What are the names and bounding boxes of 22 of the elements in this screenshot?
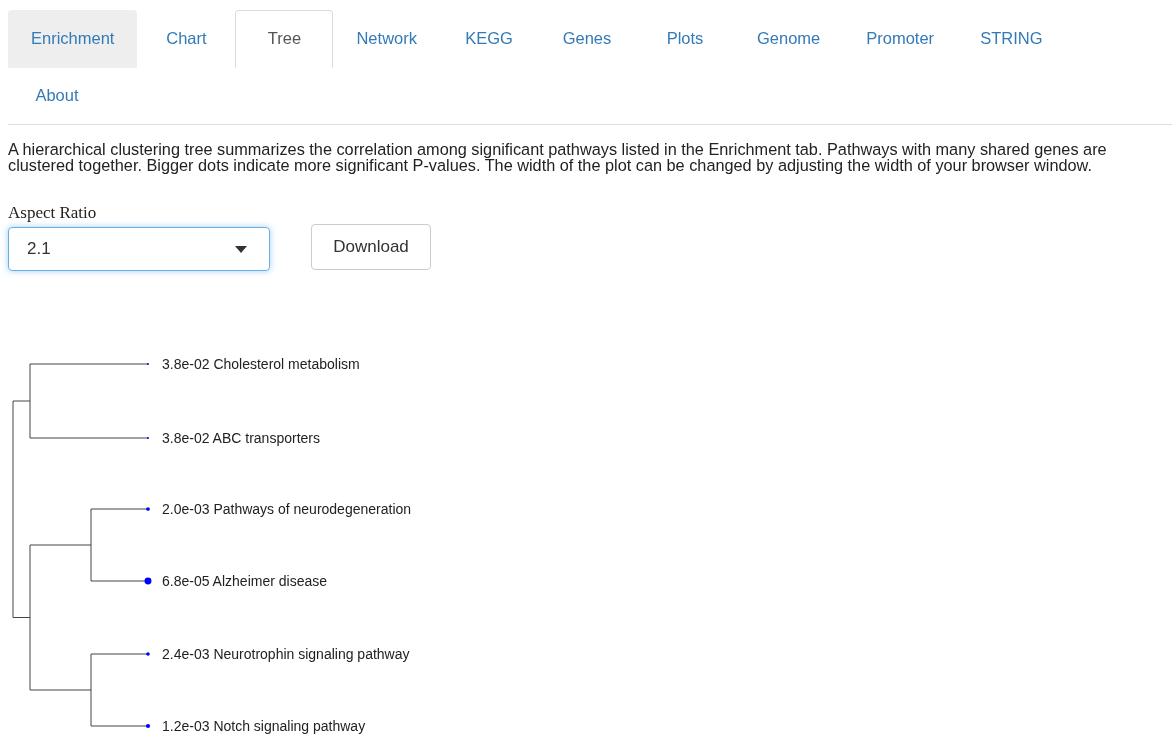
- description-text: A hierarchical clustering tree summarizes the correlation among significant pathways listed in the Enrichment tab. Pathways with many shared genes are clustered together. Bigger dots indicate more significant P-values. The width of the plot can be changed by adjusting the width of your browser window.: [8, 141, 1108, 173]
- caret-icon: [235, 245, 247, 253]
- nav-tab[interactable]: Network: [333, 10, 440, 68]
- leaf-label: 3.8e-02 ABC transporters: [162, 430, 320, 446]
- nav-tab[interactable]: Enrichment: [8, 10, 138, 68]
- nav-tab[interactable]: Tree: [235, 10, 334, 68]
- nav-tab[interactable]: Genome: [733, 10, 844, 68]
- nav-tab[interactable]: About: [8, 67, 106, 125]
- leaf-label: 1.2e-03 Notch signaling pathway: [162, 718, 366, 734]
- download-button[interactable]: Download: [311, 224, 431, 270]
- nav-tab[interactable]: Plots: [635, 10, 734, 68]
- leaf-label: 6.8e-05 Alzheimer disease: [162, 573, 327, 589]
- field-label: Aspect Ratio: [8, 203, 98, 223]
- nav-tab[interactable]: STRING: [957, 10, 1066, 68]
- nav-tab[interactable]: Chart: [137, 10, 236, 68]
- leaf-label: 2.0e-03 Pathways of neurodegeneration: [162, 501, 412, 517]
- nav-tab[interactable]: Genes: [537, 10, 636, 68]
- aspect-ratio-select[interactable]: 2.1: [8, 227, 270, 271]
- nav-tab[interactable]: KEGG: [439, 10, 538, 68]
- leaf-label: 2.4e-03 Neurotrophin signaling pathway: [162, 646, 410, 662]
- nav-tab[interactable]: Promoter: [843, 10, 958, 68]
- leaf-label: 3.8e-02 Cholesterol metabolism: [162, 356, 360, 372]
